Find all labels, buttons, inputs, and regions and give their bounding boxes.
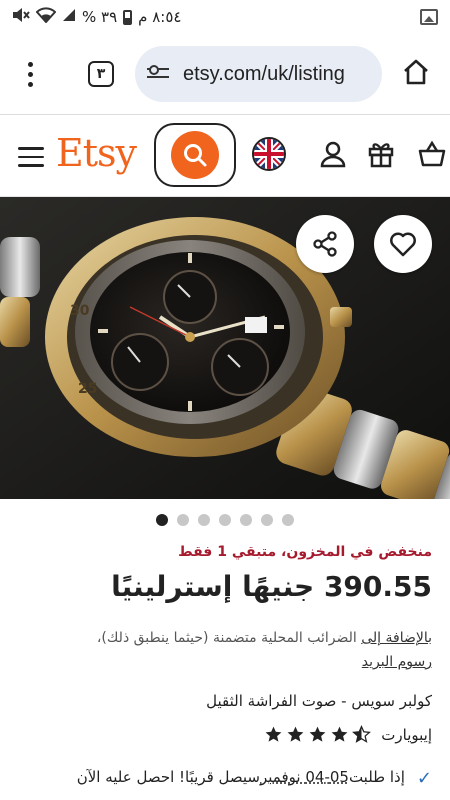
pager-dot[interactable] bbox=[198, 514, 210, 526]
stock-status: منخفض في المخزون، متبقي 1 فقط bbox=[178, 544, 432, 560]
shop-name[interactable]: إيبويارت bbox=[381, 726, 432, 744]
delivery-dates[interactable]: 05-04 نوفمبر bbox=[260, 768, 349, 786]
svg-text:30: 30 bbox=[70, 303, 90, 319]
delivery-info: ✓ إذا طلبت05-04 نوفمبرسيصل قريبًا! احصل … bbox=[0, 768, 450, 789]
site-settings-icon[interactable] bbox=[147, 62, 171, 86]
account-icon[interactable] bbox=[318, 139, 348, 169]
svg-text:25: 25 bbox=[78, 381, 97, 397]
star-full-icon bbox=[331, 726, 348, 742]
pager-dot[interactable] bbox=[261, 514, 273, 526]
mute-icon bbox=[12, 7, 30, 27]
home-icon[interactable] bbox=[402, 58, 430, 86]
status-right bbox=[420, 9, 438, 25]
share-button[interactable] bbox=[296, 215, 354, 273]
pager-dot[interactable] bbox=[240, 514, 252, 526]
shipping-link[interactable]: رسوم البريد bbox=[362, 654, 432, 670]
star-half-icon bbox=[352, 725, 372, 743]
tax-prefix-link[interactable]: بالإضافة إلى bbox=[361, 630, 432, 646]
heart-icon[interactable] bbox=[389, 231, 417, 257]
etsy-header: Etsy bbox=[0, 115, 450, 197]
status-bar: ٨:٥٤ م ٣٩ % bbox=[0, 0, 450, 34]
product-title: كولبر سويس - صوت الفراشة الثقيل bbox=[206, 692, 432, 710]
star-full-icon bbox=[309, 726, 326, 742]
shop-row[interactable]: إيبويارت bbox=[0, 725, 450, 744]
tax-info: بالإضافة إلى الضرائب المحلية متضمنة (حيث… bbox=[0, 626, 450, 674]
search-icon[interactable] bbox=[171, 131, 219, 179]
pager-dot[interactable] bbox=[156, 514, 168, 526]
battery-percent: ٣٩ % bbox=[82, 8, 118, 26]
delivery-text: إذا طلبت05-04 نوفمبرسيصل قريبًا! احصل عل… bbox=[76, 768, 405, 786]
signal-icon bbox=[62, 8, 76, 26]
share-icon[interactable] bbox=[312, 231, 338, 257]
image-pager[interactable] bbox=[0, 514, 450, 526]
gallery-notification-icon bbox=[420, 9, 438, 25]
status-left: ٨:٥٤ م ٣٩ % bbox=[12, 7, 181, 27]
etsy-logo[interactable]: Etsy bbox=[56, 131, 137, 175]
menu-icon[interactable] bbox=[18, 147, 44, 167]
pager-dot[interactable] bbox=[282, 514, 294, 526]
check-icon: ✓ bbox=[416, 768, 432, 789]
pager-dot[interactable] bbox=[219, 514, 231, 526]
favorite-button[interactable] bbox=[374, 215, 432, 273]
address-bar[interactable]: etsy.com/uk/listing bbox=[135, 46, 382, 102]
tax-text: الضرائب المحلية متضمنة (حيثما ينطبق ذلك)… bbox=[96, 630, 357, 646]
gift-icon[interactable] bbox=[366, 139, 396, 169]
status-time: ٨:٥٤ م bbox=[138, 8, 182, 26]
cart-icon[interactable] bbox=[418, 139, 446, 169]
wifi-icon bbox=[35, 7, 57, 27]
rating-stars bbox=[264, 725, 372, 744]
search-button[interactable] bbox=[154, 123, 236, 187]
uk-flag-icon[interactable] bbox=[252, 137, 286, 171]
url-text[interactable]: etsy.com/uk/listing bbox=[183, 63, 345, 86]
star-full-icon bbox=[265, 726, 282, 742]
browser-toolbar: ٣ etsy.com/uk/listing bbox=[0, 34, 450, 114]
star-full-icon bbox=[287, 726, 304, 742]
more-options-icon[interactable] bbox=[0, 34, 60, 114]
pager-dot[interactable] bbox=[177, 514, 189, 526]
battery-icon bbox=[123, 9, 133, 25]
tab-switcher-button[interactable]: ٣ bbox=[88, 61, 114, 87]
product-price: 390.55 جنيهًا إسترلينيًا bbox=[111, 570, 432, 603]
product-image[interactable]: 30 25 bbox=[0, 197, 450, 499]
